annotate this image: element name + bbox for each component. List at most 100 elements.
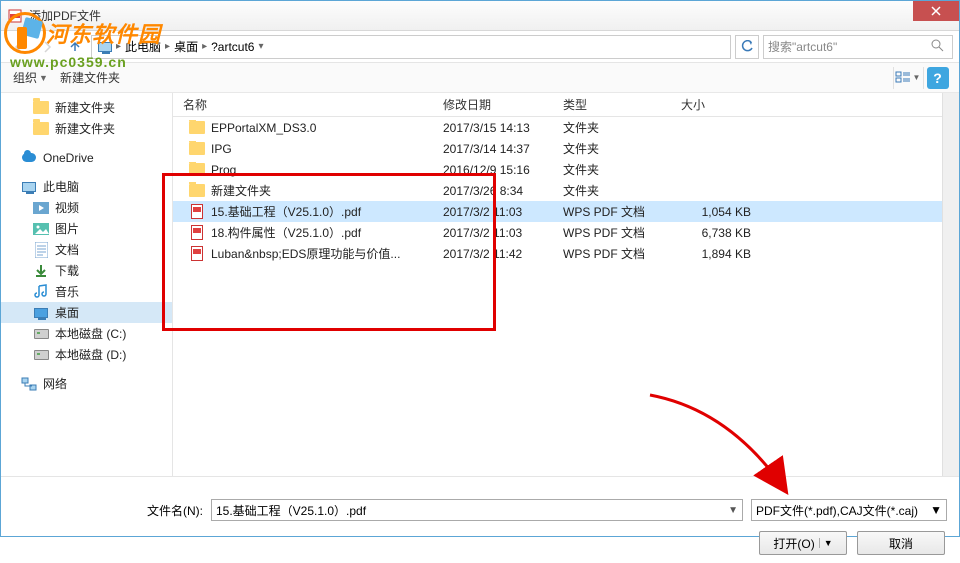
- folder-icon: [189, 120, 205, 136]
- file-size: 1,054 KB: [671, 205, 771, 219]
- file-type: 文件夹: [553, 161, 671, 178]
- nav-up-button[interactable]: [63, 35, 87, 59]
- file-name: 新建文件夹: [211, 182, 271, 199]
- pc-icon: [21, 179, 37, 195]
- dialog-bottom: 文件名(N): 15.基础工程（V25.1.0）.pdf ▼ PDF文件(*.p…: [1, 476, 959, 563]
- file-row[interactable]: 新建文件夹 2017/3/26 8:34文件夹: [173, 180, 959, 201]
- breadcrumb-segment[interactable]: 此电脑: [123, 38, 163, 55]
- column-date[interactable]: 修改日期: [433, 96, 553, 113]
- sidebar-item-folder[interactable]: 新建文件夹: [1, 97, 172, 118]
- search-icon: [931, 39, 944, 55]
- file-date: 2017/3/26 8:34: [433, 184, 553, 198]
- file-date: 2017/3/2 11:03: [433, 226, 553, 240]
- desktop-icon: [33, 305, 49, 321]
- sidebar-item-doc[interactable]: 文档: [1, 239, 172, 260]
- sidebar-item-drive[interactable]: 本地磁盘 (C:): [1, 323, 172, 344]
- file-name: EPPortalXM_DS3.0: [211, 121, 316, 135]
- chevron-down-icon[interactable]: ▼: [728, 505, 738, 516]
- toolbar: 组织 ▼ 新建文件夹 ▼ ?: [1, 63, 959, 93]
- chevron-right-icon[interactable]: ▸: [200, 41, 209, 52]
- sidebar-item-onedrive[interactable]: OneDrive: [1, 147, 172, 168]
- window-title: 添加PDF文件: [29, 7, 101, 24]
- refresh-button[interactable]: [735, 35, 759, 59]
- column-size[interactable]: 大小: [671, 96, 771, 113]
- titlebar[interactable]: 添加PDF文件: [1, 1, 959, 31]
- file-name: IPG: [211, 142, 232, 156]
- app-icon: [7, 8, 23, 24]
- file-type: WPS PDF 文档: [553, 245, 671, 262]
- file-row[interactable]: Luban&nbsp;EDS原理功能与价值... 2017/3/2 11:42WP…: [173, 243, 959, 264]
- nav-forward-button: [35, 35, 59, 59]
- sidebar-item-image[interactable]: 图片: [1, 218, 172, 239]
- cancel-button[interactable]: 取消: [857, 531, 945, 555]
- pdf-icon: [189, 225, 205, 241]
- file-row[interactable]: Prog 2016/12/9 15:16文件夹: [173, 159, 959, 180]
- file-open-dialog: 添加PDF文件 ▸ 此电脑 ▸ 桌面 ▸ ?artcut6 ▾ 搜索": [0, 0, 960, 537]
- sidebar-item-folder[interactable]: 新建文件夹: [1, 118, 172, 139]
- file-date: 2017/3/14 14:37: [433, 142, 553, 156]
- drive-icon: [33, 326, 49, 342]
- file-name: 18.构件属性（V25.1.0）.pdf: [211, 224, 361, 241]
- close-button[interactable]: [913, 1, 959, 21]
- file-date: 2017/3/2 11:03: [433, 205, 553, 219]
- sidebar-item-download[interactable]: 下载: [1, 260, 172, 281]
- sidebar-item-drive[interactable]: 本地磁盘 (D:): [1, 344, 172, 365]
- file-type-filter[interactable]: PDF文件(*.pdf),CAJ文件(*.caj) ▼: [751, 499, 947, 521]
- doc-icon: [33, 242, 49, 258]
- pdf-icon: [189, 204, 205, 220]
- sidebar-item-video[interactable]: 视频: [1, 197, 172, 218]
- pdf-icon: [189, 246, 205, 262]
- breadcrumb-segment[interactable]: ?artcut6: [209, 40, 256, 54]
- search-placeholder: 搜索"artcut6": [768, 38, 837, 55]
- filename-label: 文件名(N):: [13, 502, 203, 519]
- chevron-right-icon[interactable]: ▸: [163, 41, 172, 52]
- scrollbar-vertical[interactable]: [942, 93, 959, 476]
- sidebar-item-desktop[interactable]: 桌面: [1, 302, 172, 323]
- chevron-down-icon[interactable]: ▼: [819, 538, 833, 548]
- nav-back-button: [7, 35, 31, 59]
- file-type: 文件夹: [553, 182, 671, 199]
- file-date: 2017/3/15 14:13: [433, 121, 553, 135]
- column-headers[interactable]: 名称 修改日期 类型 大小: [173, 93, 959, 117]
- file-name: Luban&nbsp;EDS原理功能与价值...: [211, 245, 400, 262]
- breadcrumb-segment[interactable]: 桌面: [172, 38, 200, 55]
- folder-icon: [33, 121, 49, 137]
- chevron-down-icon[interactable]: ▾: [256, 41, 265, 52]
- file-row[interactable]: IPG 2017/3/14 14:37文件夹: [173, 138, 959, 159]
- file-row[interactable]: 15.基础工程（V25.1.0）.pdf2017/3/2 11:03WPS PD…: [173, 201, 959, 222]
- column-name[interactable]: 名称: [173, 96, 433, 113]
- cloud-icon: [21, 150, 37, 166]
- search-input[interactable]: 搜索"artcut6": [763, 35, 953, 59]
- help-button[interactable]: ?: [923, 67, 951, 89]
- file-type: WPS PDF 文档: [553, 203, 671, 220]
- video-icon: [33, 200, 49, 216]
- sidebar-item-network[interactable]: 网络: [1, 373, 172, 394]
- open-button[interactable]: 打开(O) ▼: [759, 531, 847, 555]
- folder-icon: [189, 141, 205, 157]
- view-options-button[interactable]: ▼: [893, 67, 921, 89]
- new-folder-button[interactable]: 新建文件夹: [56, 67, 124, 88]
- network-icon: [21, 376, 37, 392]
- breadcrumb[interactable]: ▸ 此电脑 ▸ 桌面 ▸ ?artcut6 ▾: [91, 35, 731, 59]
- sidebar-item-thispc[interactable]: 此电脑: [1, 176, 172, 197]
- chevron-right-icon[interactable]: ▸: [114, 41, 123, 52]
- file-type: 文件夹: [553, 119, 671, 136]
- download-icon: [33, 263, 49, 279]
- file-row[interactable]: EPPortalXM_DS3.0 2017/3/15 14:13文件夹: [173, 117, 959, 138]
- folder-icon: [189, 162, 205, 178]
- file-type: WPS PDF 文档: [553, 224, 671, 241]
- file-type: 文件夹: [553, 140, 671, 157]
- file-name: Prog: [211, 163, 236, 177]
- file-size: 6,738 KB: [671, 226, 771, 240]
- column-type[interactable]: 类型: [553, 96, 671, 113]
- organize-menu[interactable]: 组织 ▼: [9, 67, 52, 88]
- file-row[interactable]: 18.构件属性（V25.1.0）.pdf 2017/3/2 11:03WPS PD…: [173, 222, 959, 243]
- navigation-sidebar: 新建文件夹新建文件夹 OneDrive 此电脑 视频图片文档下载音乐桌面本地磁盘…: [1, 93, 173, 476]
- filename-input[interactable]: 15.基础工程（V25.1.0）.pdf ▼: [211, 499, 743, 521]
- drive-icon: [33, 347, 49, 363]
- file-date: 2016/12/9 15:16: [433, 163, 553, 177]
- sidebar-item-music[interactable]: 音乐: [1, 281, 172, 302]
- folder-icon: [189, 183, 205, 199]
- chevron-down-icon[interactable]: ▼: [930, 503, 942, 517]
- file-date: 2017/3/2 11:42: [433, 247, 553, 261]
